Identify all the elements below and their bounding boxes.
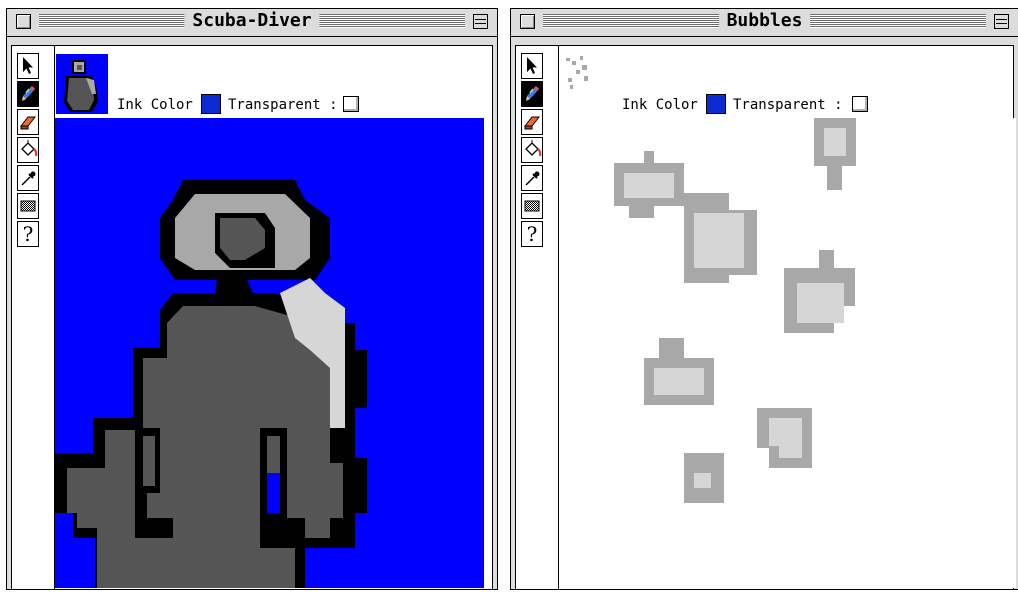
pattern-icon <box>524 200 540 212</box>
arrow-icon <box>527 57 537 74</box>
sprite-thumbnail[interactable] <box>560 54 600 104</box>
bubble-highlight <box>694 473 711 488</box>
eyedropper-tool[interactable] <box>17 165 39 191</box>
pattern-tool[interactable] <box>17 193 39 219</box>
arrow-tool[interactable] <box>17 53 39 79</box>
ink-color-label: Ink Color : <box>117 97 210 113</box>
pencil-icon <box>22 86 35 101</box>
eyedropper-tool[interactable] <box>521 165 543 191</box>
bubble-highlight <box>797 283 844 323</box>
transparent-label: Transparent : <box>228 97 338 113</box>
transparent-checkbox[interactable] <box>343 96 359 112</box>
transparent-label: Transparent : <box>733 97 843 113</box>
ink-color-label: Ink Color : <box>622 97 715 113</box>
bubble-highlight <box>654 368 704 395</box>
tool-palette: ? <box>12 46 55 589</box>
bubble-highlight <box>694 213 744 268</box>
sprite-canvas[interactable] <box>55 118 492 589</box>
bubble-highlight <box>824 128 846 156</box>
sprite-info-bar: Ink Color : Transparent : <box>55 46 492 118</box>
collapse-box[interactable] <box>994 14 1009 29</box>
left-arm <box>143 436 155 486</box>
pattern-icon <box>20 200 36 212</box>
window-title: Bubbles <box>718 10 811 32</box>
pattern-tool[interactable] <box>521 193 543 219</box>
paint-bucket-icon <box>525 140 542 157</box>
sprite-thumbnail[interactable] <box>56 54 108 114</box>
scuba-diver-sprite <box>55 118 484 588</box>
window-content: ? Ink Color : Transparent : <box>11 45 493 589</box>
eraser-icon <box>20 116 36 130</box>
title-bar[interactable]: Bubbles <box>511 9 1018 37</box>
eraser-tool[interactable] <box>17 109 39 135</box>
sprite-canvas[interactable] <box>559 118 1016 589</box>
close-box[interactable] <box>16 14 31 29</box>
close-box[interactable] <box>520 14 535 29</box>
paint-bucket-tool[interactable] <box>17 137 39 163</box>
bubbles-sprite <box>559 118 1016 588</box>
eyedropper-icon <box>525 171 540 186</box>
paint-bucket-icon <box>21 140 38 157</box>
window-title: Scuba-Diver <box>184 10 320 32</box>
pencil-tool[interactable] <box>521 81 543 107</box>
sprite-info-bar: Ink Color : Transparent : <box>559 46 1013 118</box>
scuba-diver-window: Scuba-Diver ? Ink Color: Transparent: <box>6 8 498 590</box>
eyedropper-icon <box>21 171 36 186</box>
paint-bucket-tool[interactable] <box>521 137 543 163</box>
collapse-box[interactable] <box>473 14 488 29</box>
eraser-icon <box>524 116 540 130</box>
arrow-tool[interactable] <box>521 53 543 79</box>
pencil-icon <box>526 86 539 101</box>
ink-color-swatch[interactable] <box>201 94 221 114</box>
help-icon: ? <box>22 222 34 246</box>
window-content: ? Ink Color : Transparent : <box>515 45 1016 589</box>
ink-color-swatch[interactable] <box>706 94 726 114</box>
help-tool[interactable]: ? <box>521 221 543 247</box>
bubbles-window: Bubbles ? Ink Color: Transparent: <box>510 8 1018 590</box>
bubble-highlight <box>624 173 674 198</box>
help-icon: ? <box>526 222 538 246</box>
eraser-tool[interactable] <box>521 109 543 135</box>
right-arm-gap <box>267 473 280 513</box>
transparent-checkbox[interactable] <box>852 96 868 112</box>
tool-palette: ? <box>516 46 559 589</box>
pencil-tool[interactable] <box>17 81 39 107</box>
title-bar[interactable]: Scuba-Diver <box>7 9 497 37</box>
arrow-icon <box>23 57 33 74</box>
help-tool[interactable]: ? <box>17 221 39 247</box>
